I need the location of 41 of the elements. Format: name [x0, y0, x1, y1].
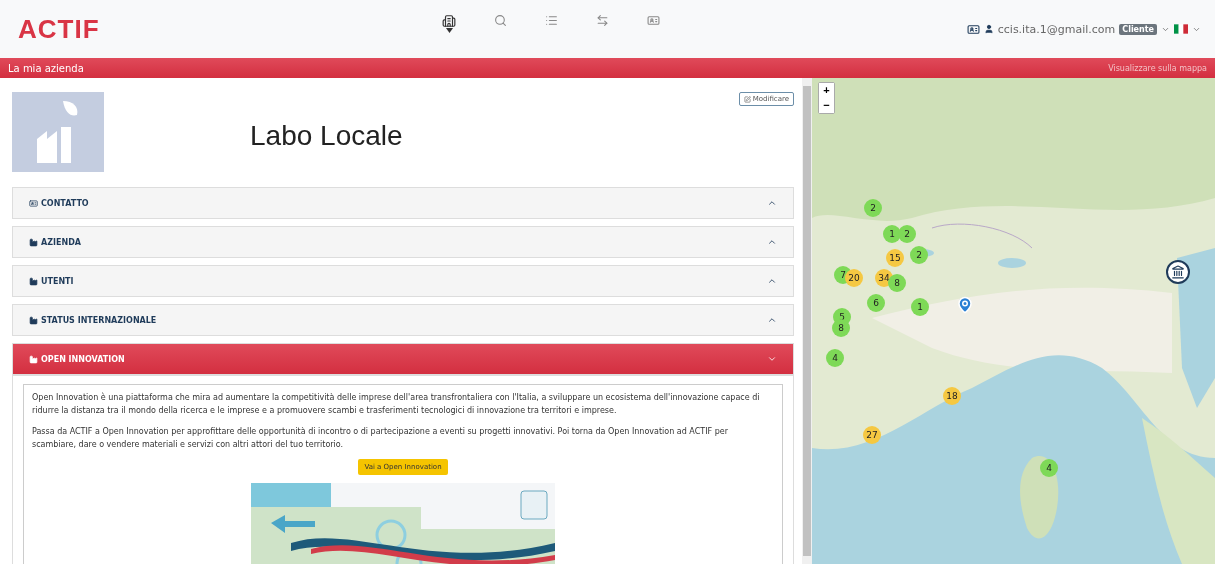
accordion-header[interactable]: CONTATTO — [12, 187, 794, 219]
section-title: UTENTI — [41, 276, 74, 286]
factory-icon — [29, 276, 38, 286]
chevron-up-icon — [767, 315, 777, 325]
marker-cluster[interactable]: 8 — [888, 274, 906, 292]
section-title: CONTATTO — [41, 198, 89, 208]
actif-logo[interactable]: ACTIF — [18, 13, 442, 45]
page-title: La mia azienda — [8, 62, 84, 74]
id-card-icon — [966, 22, 980, 36]
building-icon — [442, 14, 456, 28]
list-icon — [545, 14, 558, 27]
factory-icon — [29, 237, 38, 247]
caret-icon — [445, 28, 453, 33]
user-icon — [983, 24, 994, 34]
scrollbar[interactable] — [802, 78, 812, 564]
role-badge: Cliente — [1119, 23, 1157, 35]
factory-icon — [29, 354, 38, 364]
chevron-up-icon — [767, 237, 777, 247]
description-text: Open Innovation è una piattaforma che mira ad aumentare la competitività delle imprese dell'area transfrontaliera con l'Italia, a sviluppare un ecosistema dell'innovazione capace di ridurre la distanza tra il mondo della ricerca e le imprese e a promuovere scambi e trasferimenti tecnologici di innovazione tra territori e imprese. — [32, 391, 761, 417]
accordion-header[interactable]: AZIENDA — [12, 226, 794, 258]
chevron-up-icon — [767, 276, 777, 286]
company-name: Labo Locale — [250, 120, 403, 152]
chevron-down-icon — [767, 354, 777, 364]
factory-icon — [29, 315, 38, 325]
accordion-header[interactable]: OPEN INNOVATION — [12, 343, 794, 375]
search-icon — [494, 14, 507, 27]
description-text: Passa da ACTIF a Open Innovation per approfittare delle opportunità di incontro o di partecipazione a eventi su progetti innovativi. Poi torna da Open Innovation ad ACTIF per scambiare, dare o vendere materiali e servizi con altri attori del tuo territorio. — [32, 426, 729, 451]
edit-icon — [743, 95, 751, 103]
italy-flag-icon[interactable] — [1174, 24, 1188, 34]
chevron-up-icon — [767, 198, 777, 208]
section-title: OPEN INNOVATION — [41, 354, 125, 364]
accordion-header[interactable]: STATUS INTERNAZIONALE — [12, 304, 794, 336]
scrollbar-thumb[interactable] — [803, 86, 811, 556]
accordion-header[interactable]: UTENTI — [12, 265, 794, 297]
exchange-icon — [596, 14, 609, 27]
section-title: STATUS INTERNAZIONALE — [41, 315, 157, 325]
id-card-icon — [647, 14, 660, 27]
map-pin-icon[interactable] — [956, 296, 974, 314]
contact-icon — [29, 198, 38, 208]
user-email[interactable]: ccis.ita.1@gmail.com — [997, 22, 1116, 36]
section-title: AZIENDA — [41, 237, 81, 247]
